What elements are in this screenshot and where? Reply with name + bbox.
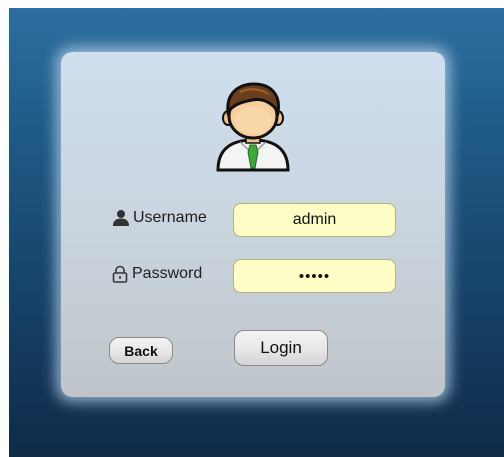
user-avatar-icon [216,82,290,172]
login-background: Username Password Back Login [9,8,504,457]
user-icon [113,210,129,226]
password-field[interactable] [233,259,396,293]
username-label: Username [112,209,207,227]
lock-icon [112,265,128,283]
back-button[interactable]: Back [109,337,173,364]
username-field[interactable] [233,203,396,237]
password-label-text: Password [132,265,203,282]
password-label: Password [111,265,202,283]
login-panel: Username Password Back Login [61,52,445,397]
username-label-text: Username [133,209,207,226]
login-button[interactable]: Login [234,330,328,366]
